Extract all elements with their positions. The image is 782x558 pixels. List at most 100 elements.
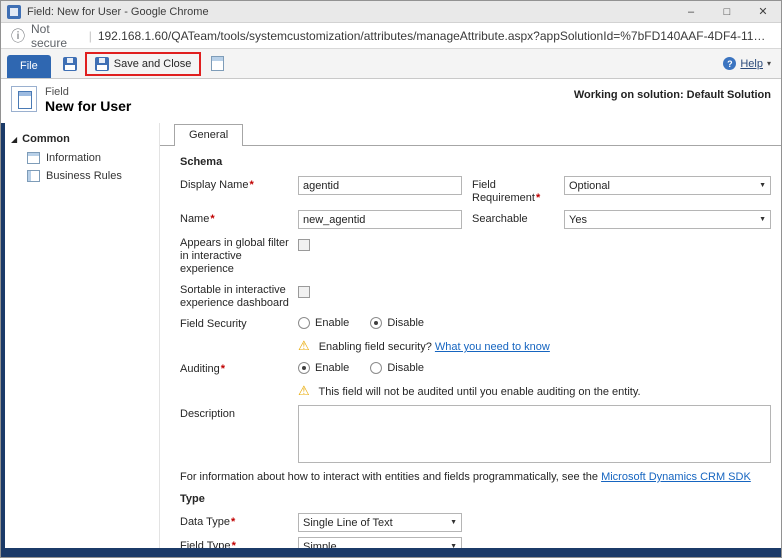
save-and-close-button[interactable]: Save and Close — [90, 55, 197, 73]
info-icon[interactable]: ⓘ — [11, 29, 25, 43]
working-solution-label: Working on solution: Default Solution — [574, 86, 771, 101]
field-requirement-label: Field Requirement* — [472, 176, 564, 205]
description-textarea[interactable] — [298, 405, 771, 463]
dropdown-arrow-icon: ▼ — [450, 519, 457, 526]
save-and-close-label: Save and Close — [114, 58, 192, 70]
save-and-new-icon[interactable] — [211, 56, 224, 71]
field-security-disable-option[interactable]: Disable — [370, 317, 424, 329]
sdk-note-text: For information about how to interact wi… — [180, 471, 598, 483]
sdk-note: For information about how to interact wi… — [180, 471, 771, 483]
auditing-disable-radio[interactable] — [370, 362, 382, 374]
help-menu[interactable]: ? Help ▾ — [723, 57, 771, 70]
minimize-button[interactable]: – — [673, 1, 709, 22]
page-titles: Field New for User — [45, 86, 131, 114]
tab-general[interactable]: General — [174, 124, 243, 146]
save-and-close-icon — [95, 57, 109, 71]
sidebar-item-label: Information — [46, 152, 101, 164]
global-filter-row: Appears in global filter in interactive … — [180, 234, 771, 276]
type-section-heading: Type — [180, 493, 771, 505]
file-tab[interactable]: File — [7, 55, 51, 78]
radio-label: Enable — [315, 317, 349, 329]
field-security-disable-radio[interactable] — [370, 317, 382, 329]
help-dropdown-arrow-icon: ▾ — [767, 59, 771, 68]
tab-row: General — [160, 123, 781, 146]
save-icon[interactable] — [63, 57, 77, 71]
security-info-link[interactable]: What you need to know — [435, 341, 550, 353]
entity-type-label: Field — [45, 86, 131, 98]
field-type-label: Field Type* — [180, 537, 298, 548]
field-security-label: Field Security — [180, 315, 298, 331]
sidebar-group-common[interactable]: ◢ Common — [5, 131, 159, 149]
auditing-disable-option[interactable]: Disable — [370, 362, 424, 374]
help-icon: ? — [723, 57, 736, 70]
auditing-warning-row: ⚠ This field will not be audited until y… — [180, 382, 771, 398]
field-security-warning-row: ⚠ Enabling field security? What you need… — [180, 337, 771, 353]
information-icon — [27, 152, 40, 164]
sidebar-item-label: Business Rules — [46, 170, 122, 182]
field-security-enable-option[interactable]: Enable — [298, 317, 349, 329]
favicon-icon — [7, 5, 21, 19]
navigation-sidebar: ◢ Common Information Business Rules — [5, 123, 159, 548]
name-label: Name* — [180, 210, 298, 226]
page-title: New for User — [45, 98, 131, 114]
field-type-value: Simple — [303, 541, 337, 549]
required-marker: * — [232, 540, 236, 548]
field-type-select[interactable]: Simple ▼ — [298, 537, 462, 548]
address-bar[interactable]: ⓘ Not secure | 192.168.1.60/QATeam/tools… — [1, 23, 781, 49]
searchable-select[interactable]: Yes ▼ — [564, 210, 771, 229]
sidebar-item-information[interactable]: Information — [5, 149, 159, 167]
auditing-enable-option[interactable]: Enable — [298, 362, 349, 374]
ribbon-toolbar: File Save and Close ? Help ▾ — [1, 49, 781, 79]
warning-icon: ⚠ — [298, 383, 310, 398]
radio-label: Disable — [387, 362, 424, 374]
dropdown-arrow-icon: ▼ — [759, 216, 766, 223]
field-requirement-select[interactable]: Optional ▼ — [564, 176, 771, 195]
required-marker: * — [536, 192, 540, 204]
data-type-row: Data Type* Single Line of Text ▼ — [180, 513, 771, 532]
field-entity-icon — [11, 86, 37, 112]
name-row: Name* Searchable Yes ▼ — [180, 210, 771, 229]
security-status: Not secure — [31, 22, 83, 50]
field-type-row: Field Type* Simple ▼ — [180, 537, 771, 548]
display-name-input[interactable] — [298, 176, 462, 195]
data-type-label: Data Type* — [180, 513, 298, 529]
window-title: Field: New for User - Google Chrome — [27, 6, 209, 18]
display-name-label: Display Name* — [180, 176, 298, 192]
main-panel: General Schema Display Name* Field Requi… — [159, 123, 781, 548]
required-marker: * — [210, 213, 214, 225]
name-input[interactable] — [298, 210, 462, 229]
display-name-row: Display Name* Field Requirement* Optiona… — [180, 176, 771, 205]
schema-section-heading: Schema — [180, 156, 771, 168]
description-label: Description — [180, 405, 298, 421]
content-area: ◢ Common Information Business Rules Gene… — [1, 123, 781, 548]
url-text[interactable]: 192.168.1.60/QATeam/tools/systemcustomiz… — [98, 29, 771, 43]
required-marker: * — [249, 179, 253, 191]
required-marker: * — [221, 363, 225, 375]
sortable-checkbox[interactable] — [298, 286, 310, 298]
searchable-value: Yes — [569, 214, 587, 226]
data-type-value: Single Line of Text — [303, 517, 393, 529]
required-marker: * — [231, 516, 235, 528]
maximize-button[interactable]: □ — [709, 1, 745, 22]
sidebar-item-business-rules[interactable]: Business Rules — [5, 167, 159, 185]
expander-icon: ◢ — [11, 135, 17, 144]
global-filter-label: Appears in global filter in interactive … — [180, 234, 298, 276]
field-security-row: Field Security Enable Disable — [180, 315, 771, 332]
page-header: Field New for User Working on solution: … — [1, 79, 781, 123]
radio-label: Enable — [315, 362, 349, 374]
sortable-row: Sortable in interactive experience dashb… — [180, 281, 771, 310]
sdk-link[interactable]: Microsoft Dynamics CRM SDK — [601, 471, 751, 483]
field-security-enable-radio[interactable] — [298, 317, 310, 329]
business-rules-icon — [27, 170, 40, 182]
title-bar: Field: New for User - Google Chrome – □ … — [1, 1, 781, 23]
field-requirement-value: Optional — [569, 180, 610, 192]
radio-label: Disable — [387, 317, 424, 329]
security-warning-text: Enabling field security? — [319, 341, 432, 353]
auditing-row: Auditing* Enable Disable — [180, 360, 771, 377]
data-type-select[interactable]: Single Line of Text ▼ — [298, 513, 462, 532]
close-button[interactable]: ✕ — [745, 1, 781, 22]
auditing-enable-radio[interactable] — [298, 362, 310, 374]
global-filter-checkbox[interactable] — [298, 239, 310, 251]
window-controls: – □ ✕ — [673, 1, 781, 22]
auditing-label: Auditing* — [180, 360, 298, 376]
